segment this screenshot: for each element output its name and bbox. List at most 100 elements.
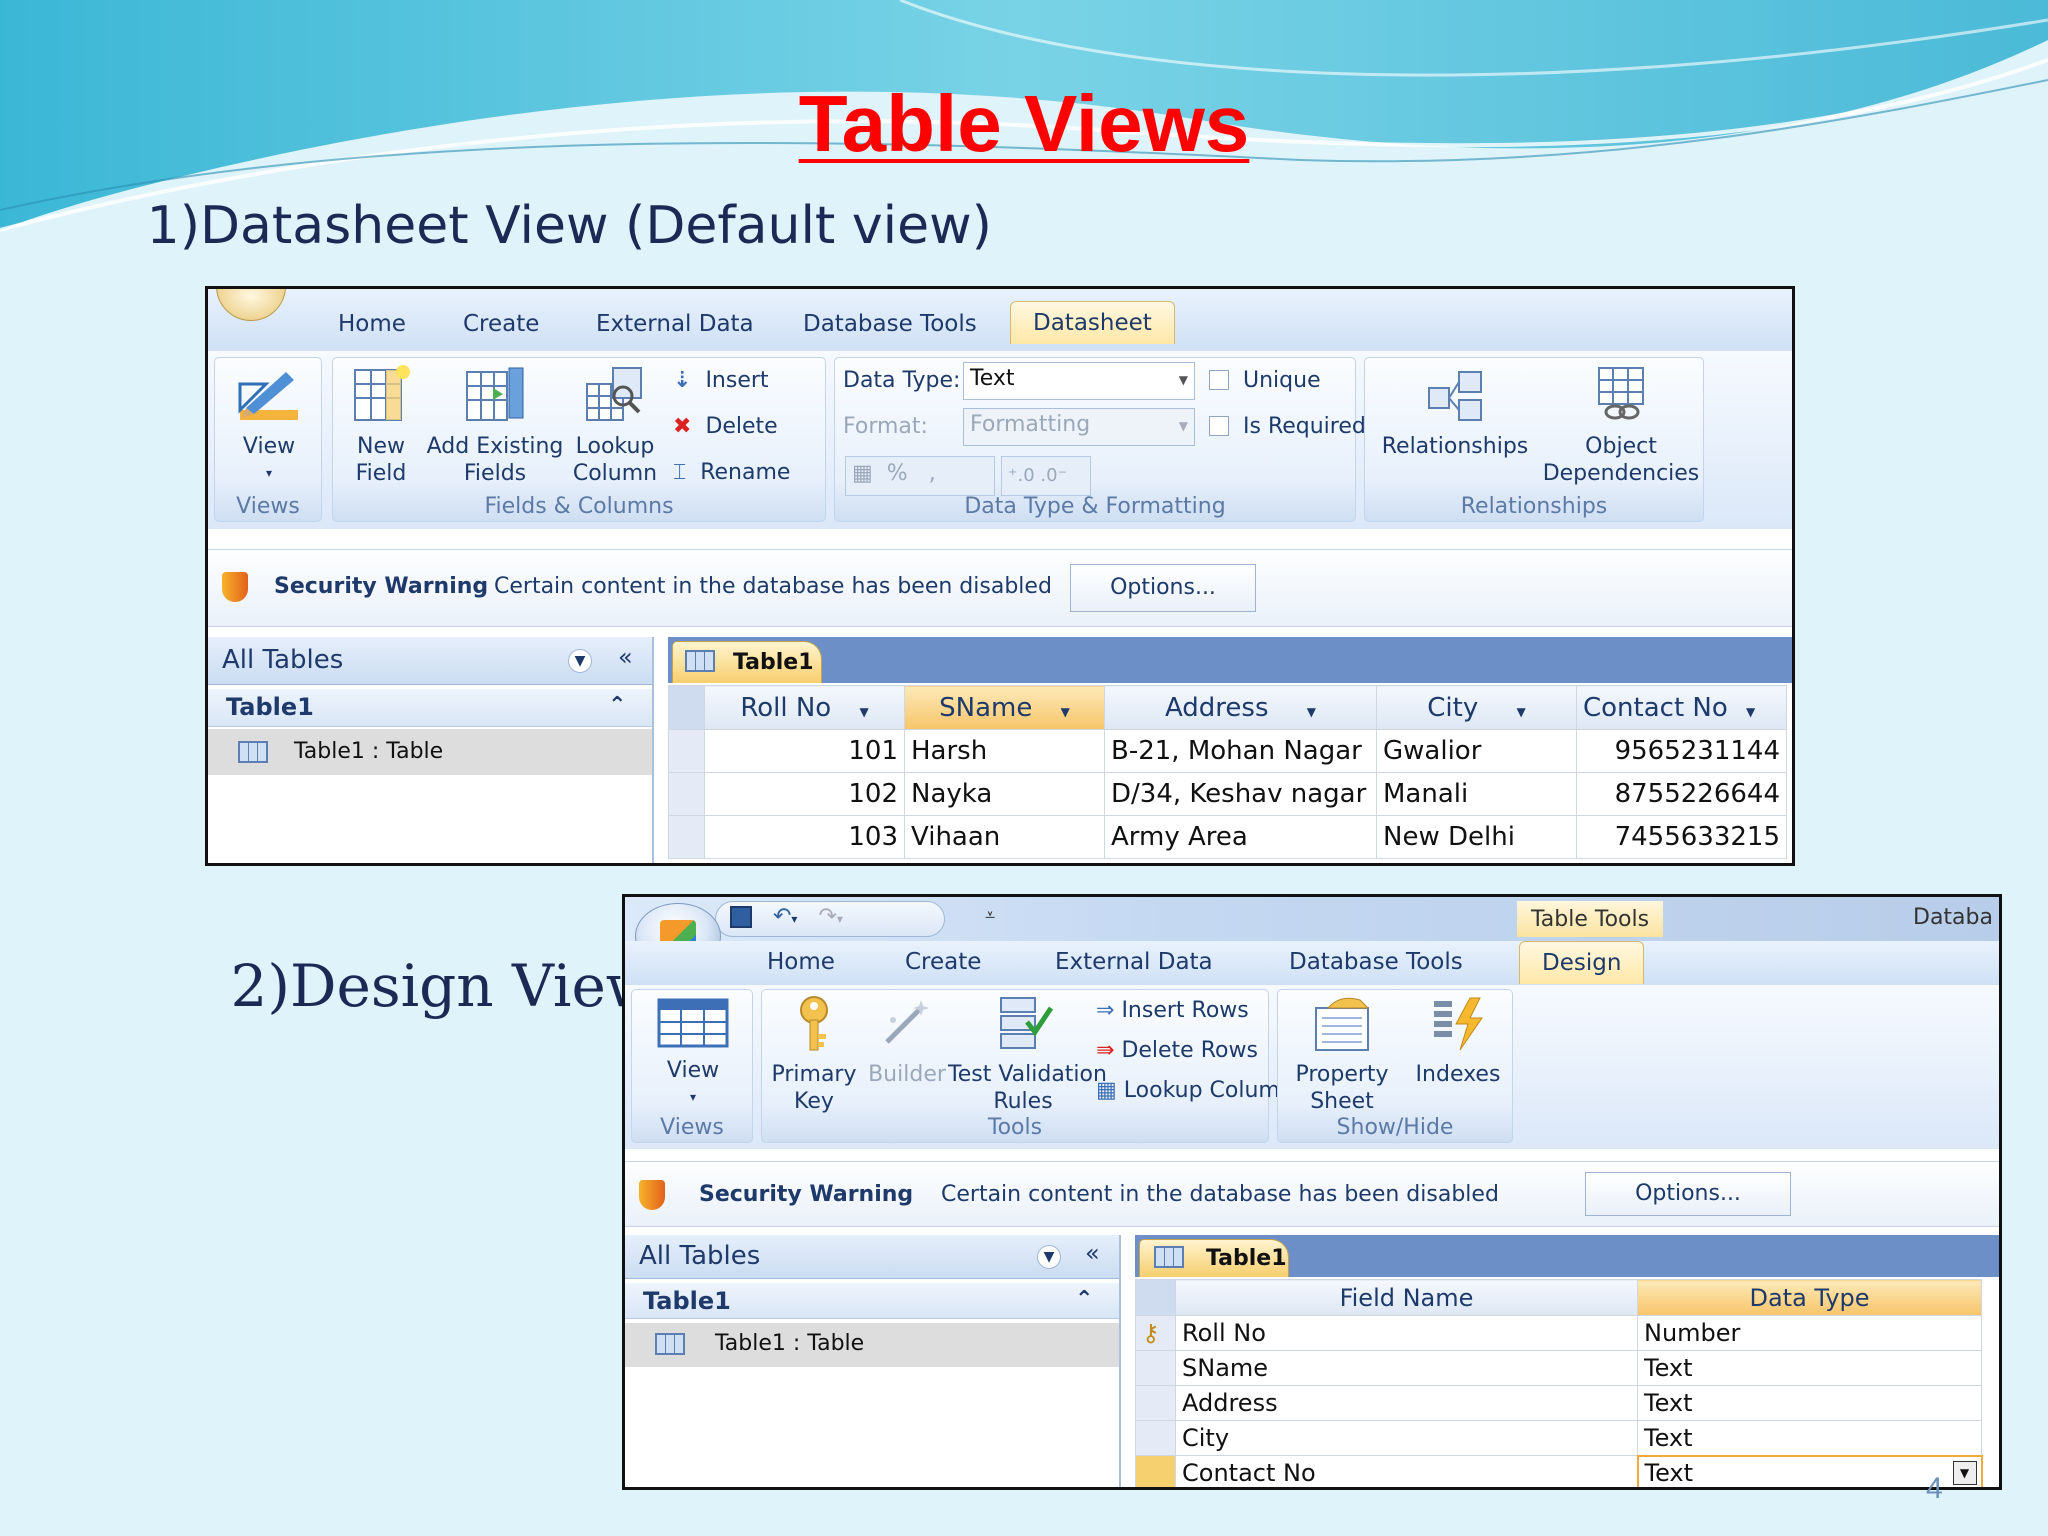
row-selector[interactable] bbox=[1135, 1455, 1176, 1487]
row-selector[interactable] bbox=[668, 815, 705, 859]
insert-rows-button[interactable]: ⇒ Insert Rows bbox=[1096, 998, 1249, 1023]
table-row[interactable]: City Text bbox=[1135, 1420, 1982, 1456]
tab-home[interactable]: Home bbox=[338, 311, 406, 337]
cell-roll-no[interactable]: 101 bbox=[704, 729, 905, 773]
data-type-select[interactable]: Text ▼ bbox=[963, 362, 1195, 400]
new-field-button[interactable]: New Field bbox=[339, 364, 423, 487]
collapse-group-icon[interactable]: ⌃ bbox=[608, 693, 626, 718]
is-required-checkbox[interactable] bbox=[1209, 416, 1229, 436]
table-row[interactable]: 103 Vihaan Army Area New Delhi 745563321… bbox=[668, 815, 1787, 859]
column-header-data-type[interactable]: Data Type bbox=[1637, 1279, 1982, 1316]
cell-contact-no[interactable]: 7455633215 bbox=[1576, 815, 1787, 859]
cell-sname[interactable]: Harsh bbox=[904, 729, 1105, 773]
tab-create[interactable]: Create bbox=[463, 311, 539, 337]
tab-database-tools[interactable]: Database Tools bbox=[1289, 949, 1463, 975]
chevron-down-icon[interactable]: ▼ bbox=[1061, 705, 1070, 719]
cell-data-type[interactable]: Text bbox=[1637, 1350, 1982, 1386]
increase-decimals-icon[interactable]: ⁺.0 bbox=[1008, 465, 1035, 486]
lookup-column-button[interactable]: Lookup Column bbox=[567, 364, 663, 487]
delete-column-button[interactable]: ✖ Delete bbox=[673, 414, 778, 439]
tab-database-tools[interactable]: Database Tools bbox=[803, 311, 977, 337]
delete-rows-button[interactable]: ⇛ Delete Rows bbox=[1096, 1038, 1258, 1063]
decrease-decimals-icon[interactable]: .0⁻ bbox=[1040, 465, 1067, 486]
cell-city[interactable]: Manali bbox=[1376, 772, 1577, 816]
chevron-down-icon[interactable]: ▼ bbox=[1517, 705, 1526, 719]
chevron-down-icon[interactable]: ▼ bbox=[1307, 705, 1316, 719]
undo-icon[interactable]: ↶ bbox=[773, 904, 791, 929]
row-selector[interactable] bbox=[1135, 1350, 1176, 1386]
chevron-down-icon[interactable]: ▼ bbox=[1952, 1460, 1977, 1485]
collapse-pane-icon[interactable]: « bbox=[618, 643, 633, 671]
cell-roll-no[interactable]: 102 bbox=[704, 772, 905, 816]
table-row[interactable]: ⚷ Roll No Number bbox=[1135, 1315, 1982, 1351]
builder-button[interactable]: Builder bbox=[862, 994, 952, 1088]
column-header-city[interactable]: City ▼ bbox=[1376, 685, 1577, 730]
column-header-sname[interactable]: SName ▼ bbox=[904, 685, 1105, 730]
table-row[interactable]: 101 Harsh B-21, Mohan Nagar Gwalior 9565… bbox=[668, 729, 1787, 773]
tab-design[interactable]: Design bbox=[1519, 941, 1645, 984]
cell-field-name[interactable]: Address bbox=[1175, 1385, 1638, 1421]
format-select[interactable]: Formatting ▼ bbox=[963, 408, 1195, 446]
document-tab-table1[interactable]: Table1 bbox=[672, 641, 822, 683]
indexes-button[interactable]: Indexes bbox=[1408, 994, 1508, 1088]
cell-data-type[interactable]: Text bbox=[1637, 1420, 1982, 1456]
table-row[interactable]: 102 Nayka D/34, Keshav nagar Manali 8755… bbox=[668, 772, 1787, 816]
nav-group-table1[interactable]: Table1 ⌃ bbox=[625, 1283, 1119, 1319]
table-row[interactable]: Contact No Text ▼ bbox=[1135, 1454, 1983, 1487]
tab-external-data[interactable]: External Data bbox=[1055, 949, 1213, 975]
cell-data-type[interactable]: Number bbox=[1637, 1315, 1982, 1351]
lookup-column-button[interactable]: ▦ Lookup Column bbox=[1096, 1078, 1294, 1103]
cell-contact-no[interactable]: 9565231144 bbox=[1576, 729, 1787, 773]
column-header-address[interactable]: Address ▼ bbox=[1104, 685, 1377, 730]
nav-group-table1[interactable]: Table1 ⌃ bbox=[208, 689, 652, 727]
unique-checkbox[interactable] bbox=[1209, 370, 1229, 390]
nav-item-table1[interactable]: Table1 : Table bbox=[625, 1323, 1119, 1367]
row-selector-header[interactable] bbox=[1135, 1279, 1176, 1316]
insert-column-button[interactable]: ⇣ Insert bbox=[673, 368, 769, 393]
chevron-down-icon[interactable]: ▼ bbox=[859, 705, 868, 719]
chevron-down-icon[interactable]: ▼ bbox=[568, 649, 592, 673]
cell-city[interactable]: Gwalior bbox=[1376, 729, 1577, 773]
row-selector[interactable] bbox=[1135, 1385, 1176, 1421]
collapse-group-icon[interactable]: ⌃ bbox=[1075, 1287, 1093, 1312]
row-selector-header[interactable] bbox=[668, 685, 705, 730]
chevron-down-icon[interactable]: ▾ bbox=[791, 912, 797, 926]
tab-home[interactable]: Home bbox=[767, 949, 835, 975]
row-selector[interactable]: ⚷ bbox=[1135, 1315, 1176, 1351]
cell-city[interactable]: New Delhi bbox=[1376, 815, 1577, 859]
cell-field-name[interactable]: SName bbox=[1175, 1350, 1638, 1386]
collapse-pane-icon[interactable]: « bbox=[1085, 1239, 1100, 1267]
office-button[interactable] bbox=[216, 289, 286, 321]
redo-icon[interactable]: ↷ bbox=[818, 904, 836, 929]
nav-pane-header[interactable]: All Tables ▼ « bbox=[208, 637, 652, 685]
cell-field-name[interactable]: Roll No bbox=[1175, 1315, 1638, 1351]
cell-address[interactable]: B-21, Mohan Nagar bbox=[1104, 729, 1377, 773]
options-button[interactable]: Options... bbox=[1070, 564, 1256, 612]
property-sheet-button[interactable]: Property Sheet bbox=[1282, 994, 1402, 1115]
cell-contact-no[interactable]: 8755226644 bbox=[1576, 772, 1787, 816]
tab-datasheet[interactable]: Datasheet bbox=[1010, 301, 1175, 344]
cell-address[interactable]: D/34, Keshav nagar bbox=[1104, 772, 1377, 816]
cell-address[interactable]: Army Area bbox=[1104, 815, 1377, 859]
cell-data-type[interactable]: Text bbox=[1637, 1385, 1982, 1421]
currency-icon[interactable]: ▦ bbox=[852, 461, 873, 486]
tab-create[interactable]: Create bbox=[905, 949, 981, 975]
primary-key-button[interactable]: Primary Key bbox=[766, 994, 862, 1115]
relationships-button[interactable]: Relationships bbox=[1375, 364, 1535, 460]
cell-field-name[interactable]: City bbox=[1175, 1420, 1638, 1456]
object-dependencies-button[interactable]: Object Dependencies bbox=[1541, 364, 1701, 487]
cell-sname[interactable]: Nayka bbox=[904, 772, 1105, 816]
row-selector[interactable] bbox=[668, 772, 705, 816]
options-button[interactable]: Options... bbox=[1585, 1172, 1791, 1216]
chevron-down-icon[interactable]: ▼ bbox=[1746, 705, 1755, 719]
row-selector[interactable] bbox=[1135, 1420, 1176, 1456]
add-existing-fields-button[interactable]: Add Existing Fields bbox=[425, 364, 565, 487]
cell-field-name[interactable]: Contact No bbox=[1175, 1455, 1638, 1487]
nav-pane-header[interactable]: All Tables ▼ « bbox=[625, 1235, 1119, 1279]
table-row[interactable]: SName Text bbox=[1135, 1350, 1982, 1386]
cell-sname[interactable]: Vihaan bbox=[904, 815, 1105, 859]
test-validation-rules-button[interactable]: Test Validation Rules bbox=[948, 994, 1107, 1115]
chevron-down-icon[interactable]: ▼ bbox=[1037, 1245, 1061, 1269]
customize-toolbar-icon[interactable]: ⩡ bbox=[985, 905, 995, 926]
row-selector[interactable] bbox=[668, 729, 705, 773]
